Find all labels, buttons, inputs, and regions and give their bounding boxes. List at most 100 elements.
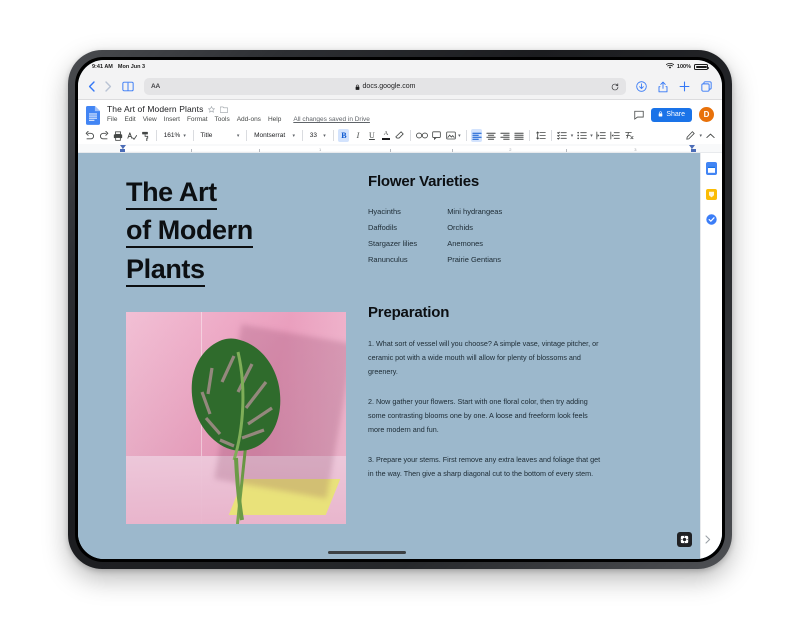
align-center-icon[interactable]	[485, 129, 496, 142]
link-icon[interactable]	[416, 129, 429, 142]
spellcheck-icon[interactable]	[126, 129, 137, 142]
document-canvas[interactable]: The Art of Modern Plants Flower Varietie…	[78, 153, 722, 559]
new-tab-icon[interactable]	[679, 81, 690, 92]
paint-format-icon[interactable]	[140, 129, 151, 142]
title-line-2: of Modern	[126, 215, 253, 249]
chevron-down-icon[interactable]: ▾	[571, 133, 574, 139]
right-margin-marker[interactable]	[690, 149, 696, 152]
docs-toolbar: 161% ▾ Title ▾ Montserrat ▾ 33 ▾ B I U A…	[78, 127, 722, 144]
document-heading[interactable]: The Art of Modern Plants	[126, 173, 348, 288]
back-button[interactable]	[88, 81, 95, 92]
title-line-1: The Art	[126, 177, 217, 210]
menu-tools[interactable]: Tools	[215, 116, 230, 123]
align-justify-icon[interactable]	[513, 129, 524, 142]
list-item: Anemones	[447, 239, 484, 248]
device-screen: 9:41 AM Mon Jun 3 100% AA docs.google.co…	[78, 60, 722, 559]
menu-insert[interactable]: Insert	[164, 116, 180, 123]
screenshot-root: 9:41 AM Mon Jun 3 100% AA docs.google.co…	[0, 0, 800, 618]
docs-header: The Art of Modern Plants File Edit View …	[78, 100, 722, 127]
menu-addons[interactable]: Add-ons	[237, 116, 261, 123]
edit-mode-button[interactable]	[685, 129, 696, 142]
menu-help[interactable]: Help	[268, 116, 281, 123]
menu-edit[interactable]: Edit	[124, 116, 135, 123]
divider	[465, 130, 467, 141]
decrease-indent-icon[interactable]	[596, 129, 607, 142]
chevron-down-icon[interactable]: ▾	[458, 133, 461, 139]
bulleted-list-icon[interactable]	[576, 129, 587, 142]
forward-button[interactable]	[105, 81, 112, 92]
url-text: docs.google.com	[362, 83, 416, 90]
flower-varieties-list: Hyacinths Daffodils Stargazer lilies Ran…	[368, 207, 700, 264]
tabs-icon[interactable]	[701, 81, 712, 92]
monstera-leaf-photo[interactable]	[126, 311, 346, 524]
preparation-step-1: 1. What sort of vessel will you choose? …	[368, 339, 599, 377]
align-right-icon[interactable]	[499, 129, 510, 142]
add-comment-icon[interactable]	[431, 129, 442, 142]
divider	[192, 130, 194, 141]
ruler-number-3: 3	[634, 147, 637, 152]
calendar-icon[interactable]	[706, 162, 717, 175]
zoom-value: 161%	[163, 132, 181, 139]
chevron-down-icon[interactable]: ▾	[590, 133, 593, 139]
divider	[529, 130, 531, 141]
print-icon[interactable]	[112, 129, 123, 142]
ruler[interactable]: 1 2 3	[78, 144, 722, 153]
wifi-icon	[665, 62, 675, 71]
tasks-icon[interactable]	[706, 212, 717, 225]
highlight-icon[interactable]	[394, 129, 405, 142]
menu-file[interactable]: File	[107, 116, 117, 123]
share-button[interactable]: Share	[651, 107, 692, 122]
left-margin-marker[interactable]	[119, 149, 125, 152]
menu-format[interactable]: Format	[187, 116, 208, 123]
url-display: docs.google.com	[144, 78, 626, 96]
font-family-selector[interactable]: Montserrat ▾	[252, 129, 297, 142]
share-button-label: Share	[666, 111, 685, 118]
reload-icon[interactable]	[611, 82, 619, 91]
explore-button[interactable]	[677, 532, 692, 547]
list-item: Orchids	[447, 223, 474, 232]
divider	[246, 130, 248, 141]
document-title[interactable]: The Art of Modern Plants	[107, 104, 203, 114]
expand-panel-button[interactable]	[702, 532, 713, 547]
chevron-down-icon: ▾	[236, 132, 240, 139]
redo-icon[interactable]	[98, 129, 109, 142]
text-color-icon[interactable]: A	[380, 129, 391, 142]
side-panel	[700, 153, 722, 559]
paragraph-style-selector[interactable]: Title ▾	[198, 129, 241, 142]
comment-icon[interactable]	[634, 110, 644, 120]
checklist-icon[interactable]	[557, 129, 568, 142]
list-item: Daffodils	[368, 223, 398, 232]
section-heading-preparation[interactable]: Preparation	[368, 304, 700, 321]
folder-move-icon[interactable]	[220, 106, 229, 113]
divider	[551, 130, 552, 141]
font-value: Montserrat	[254, 132, 286, 139]
keep-icon[interactable]	[706, 187, 717, 200]
section-heading-varieties[interactable]: Flower Varieties	[368, 173, 700, 190]
save-status[interactable]: All changes saved in Drive	[293, 116, 370, 123]
increase-indent-icon[interactable]	[610, 129, 621, 142]
line-spacing-icon[interactable]	[535, 129, 546, 142]
collapse-toolbar-button[interactable]	[705, 129, 716, 142]
download-icon[interactable]	[636, 81, 647, 92]
chevron-down-icon[interactable]: ▾	[699, 133, 702, 139]
bookmarks-icon[interactable]	[122, 81, 134, 92]
share-icon[interactable]	[658, 81, 668, 93]
horizontal-scrollbar[interactable]	[328, 551, 406, 554]
font-size-selector[interactable]: 33 ▾	[308, 129, 328, 142]
align-left-icon[interactable]	[471, 129, 483, 142]
insert-image-icon[interactable]	[445, 129, 456, 142]
device-bezel: 9:41 AM Mon Jun 3 100% AA docs.google.co…	[75, 57, 725, 562]
undo-icon[interactable]	[84, 129, 95, 142]
avatar[interactable]: D	[699, 107, 714, 122]
clear-formatting-icon[interactable]	[624, 129, 635, 142]
underline-icon[interactable]: U	[366, 129, 377, 142]
lock-icon	[355, 78, 360, 96]
address-bar[interactable]: AA docs.google.com	[144, 78, 626, 95]
chevron-down-icon: ▾	[183, 132, 186, 139]
bold-icon[interactable]: B	[338, 129, 350, 142]
italic-icon[interactable]: I	[352, 129, 363, 142]
zoom-selector[interactable]: 161% ▾	[162, 129, 188, 142]
star-outline-icon[interactable]	[208, 105, 216, 113]
menu-view[interactable]: View	[143, 116, 157, 123]
list-item: Mini hydrangeas	[447, 207, 503, 216]
